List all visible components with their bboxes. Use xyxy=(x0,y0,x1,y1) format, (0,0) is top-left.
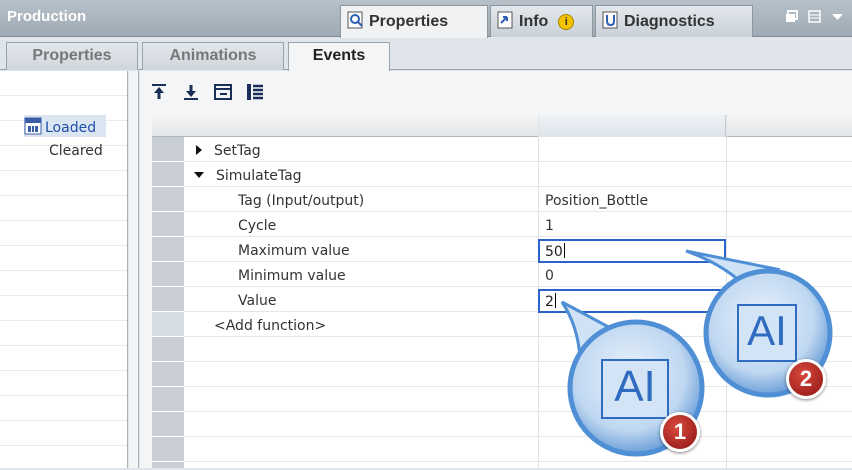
list-icon[interactable] xyxy=(808,10,821,27)
collapse-arrow-icon[interactable] xyxy=(194,172,204,178)
param-value-tag[interactable]: Position_Bottle xyxy=(545,190,648,214)
param-value-cycle[interactable]: 1 xyxy=(545,215,554,239)
event-list: Loaded Cleared xyxy=(0,71,128,468)
grid-header xyxy=(152,115,852,137)
subtab-bar: Properties Animations Events xyxy=(0,38,852,71)
tab-diagnostics[interactable]: Diagnostics xyxy=(595,5,753,37)
function-name-settag: SetTag xyxy=(214,143,261,159)
event-item-loaded-label: Loaded xyxy=(45,120,97,136)
row-gutter xyxy=(152,137,184,468)
collapse-icon[interactable] xyxy=(212,81,236,103)
param-label-maximum: Maximum value xyxy=(238,243,350,259)
param-label-cycle: Cycle xyxy=(238,218,277,234)
param-label-value: Value xyxy=(238,293,277,309)
expand-all-icon[interactable] xyxy=(244,81,268,103)
event-item-cleared[interactable]: Cleared xyxy=(49,141,119,163)
subtab-events[interactable]: Events xyxy=(288,42,390,71)
inspector-title-bar: Production Properties Info i Diagnostics xyxy=(0,0,852,38)
param-value-minimum[interactable]: 0 xyxy=(545,265,554,289)
subtab-events-label: Events xyxy=(312,47,366,64)
magnifier-properties-icon xyxy=(347,11,365,34)
inspector-title: Production xyxy=(7,8,87,25)
callout-1-glyph: AI xyxy=(614,362,656,411)
tab-properties[interactable]: Properties xyxy=(340,5,488,38)
tab-diagnostics-label: Diagnostics xyxy=(624,13,715,30)
callout-1: AI 1 xyxy=(556,296,726,466)
maximum-value-text: 50 xyxy=(545,244,563,260)
text-caret xyxy=(563,243,565,258)
tab-properties-label: Properties xyxy=(369,13,449,30)
subtab-properties[interactable]: Properties xyxy=(6,42,138,70)
move-up-icon[interactable] xyxy=(148,81,172,103)
value-column-header[interactable] xyxy=(538,115,726,137)
active-row-marker xyxy=(152,312,184,336)
subtab-animations-label: Animations xyxy=(169,47,257,64)
callout-2-number: 2 xyxy=(799,366,813,391)
subtab-animations[interactable]: Animations xyxy=(142,42,284,70)
param-label-minimum: Minimum value xyxy=(238,268,346,284)
event-item-loaded[interactable]: Loaded xyxy=(24,115,106,137)
info-arrow-icon xyxy=(497,11,515,34)
callout-2-glyph: AI xyxy=(747,307,787,354)
param-label-tag: Tag (Input/output) xyxy=(238,193,365,209)
window-controls xyxy=(779,10,844,27)
add-function-link[interactable]: <Add function> xyxy=(214,315,326,339)
dropdown-icon[interactable] xyxy=(831,10,844,27)
expand-arrow-icon[interactable] xyxy=(196,145,202,155)
callout-2-number-badge: 2 xyxy=(786,359,826,399)
pane-splitter[interactable] xyxy=(129,71,139,468)
tab-info-label: Info xyxy=(519,13,549,30)
move-down-icon[interactable] xyxy=(180,81,204,103)
info-badge-icon: i xyxy=(558,14,575,30)
function-row-settag[interactable]: SetTag xyxy=(192,140,532,164)
event-icon xyxy=(24,117,42,139)
diagnostics-icon xyxy=(602,11,620,34)
restore-icon[interactable] xyxy=(785,10,798,27)
function-row-simulatetag[interactable]: SimulateTag xyxy=(192,165,532,189)
subtab-properties-label: Properties xyxy=(32,47,112,64)
function-toolbar xyxy=(148,81,272,103)
tab-info[interactable]: Info i xyxy=(490,5,593,37)
value-input-text: 2 xyxy=(545,294,554,310)
event-item-cleared-label: Cleared xyxy=(49,143,103,159)
callout-1-number: 1 xyxy=(673,419,687,444)
function-name-simulatetag: SimulateTag xyxy=(216,168,302,184)
callout-1-number-badge: 1 xyxy=(660,412,700,452)
